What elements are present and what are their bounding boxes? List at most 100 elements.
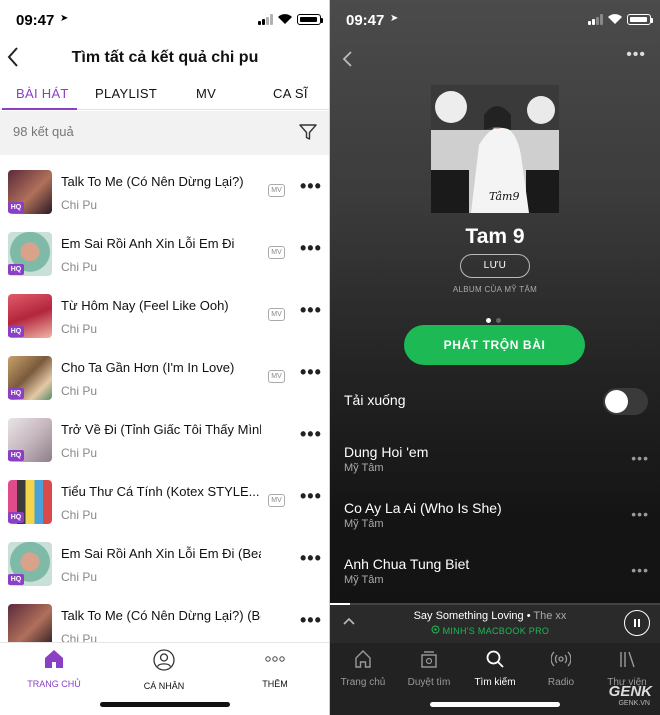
save-button[interactable]: LƯU xyxy=(460,254,530,278)
page-title: Tìm tất cả kết quả chi pu xyxy=(71,49,259,66)
song-title: Em Sai Rồi Anh Xin Lỗi Em Đi xyxy=(61,236,235,251)
track-artist: Mỹ Tâm xyxy=(344,518,384,530)
song-title: Talk To Me (Có Nên Dừng Lại?) (Beat) xyxy=(61,608,261,623)
song-title: Trở Về Đi (Tỉnh Giấc Tôi Thấy Mình Tr... xyxy=(61,422,261,437)
radio-icon xyxy=(550,651,572,667)
tab-profile[interactable]: CÁ NHÂN xyxy=(124,649,204,691)
track-artist: Mỹ Tâm xyxy=(344,574,384,586)
more-icon[interactable]: ••• xyxy=(300,610,322,631)
album-cover: Tâm9 xyxy=(431,85,559,213)
more-icon[interactable]: ••• xyxy=(300,486,322,507)
song-title: Từ Hôm Nay (Feel Like Ooh) xyxy=(61,298,229,313)
track-row[interactable]: Co Ay La Ai (Who Is She) Mỹ Tâm ••• xyxy=(344,500,649,540)
more-icon[interactable]: ••• xyxy=(300,238,322,259)
signal-icon xyxy=(588,14,605,25)
mv-badge[interactable]: MV xyxy=(268,246,285,259)
more-icon[interactable]: ••• xyxy=(631,562,649,578)
device-label[interactable]: MINH'S MACBOOK PRO xyxy=(360,625,620,636)
tab-profile-label: CÁ NHÂN xyxy=(143,681,185,691)
more-icon[interactable]: ••• xyxy=(631,506,649,522)
more-icon[interactable]: ••• xyxy=(300,300,322,321)
tab-songs[interactable]: BÀI HÁT xyxy=(16,86,69,101)
song-row[interactable]: HQ Cho Ta Gần Hơn (I'm In Love) Chi Pu M… xyxy=(0,356,330,418)
album-artist-label: ALBUM CỦA MỸ TÂM xyxy=(452,285,538,294)
location-icon: ➤ xyxy=(390,13,399,24)
tab-bar: BÀI HÁT PLAYLIST MV CA SĨ xyxy=(0,82,330,110)
download-toggle[interactable] xyxy=(603,388,648,415)
home-indicator xyxy=(430,702,560,707)
battery-icon xyxy=(627,14,653,25)
tab-artists[interactable]: CA SĨ xyxy=(273,86,308,101)
more-icon[interactable]: ••• xyxy=(631,450,649,466)
song-row[interactable]: HQ Tiểu Thư Cá Tính (Kotex STYLE... Chi … xyxy=(0,480,330,542)
track-row[interactable]: Dung Hoi 'em Mỹ Tâm ••• xyxy=(344,444,649,484)
track-row[interactable]: Anh Chua Tung Biet Mỹ Tâm ••• xyxy=(344,556,649,596)
song-title: Talk To Me (Có Nên Dừng Lại?) xyxy=(61,174,244,189)
song-artist: Chi Pu xyxy=(61,384,98,398)
tab-browse[interactable]: Duyệt tìm xyxy=(396,649,462,688)
song-artist: Chi Pu xyxy=(61,508,98,522)
battery-icon xyxy=(297,14,323,25)
tab-radio[interactable]: Radio xyxy=(528,649,594,688)
tab-home-label: Trang chủ xyxy=(340,677,386,688)
hq-badge: HQ xyxy=(8,264,24,275)
song-row[interactable]: HQ Em Sai Rồi Anh Xin Lỗi Em Đi Chi Pu M… xyxy=(0,232,330,294)
more-icon[interactable]: ••• xyxy=(300,548,322,569)
more-icon[interactable]: ••• xyxy=(300,424,322,445)
more-icon[interactable]: ••• xyxy=(300,176,322,197)
mv-badge[interactable]: MV xyxy=(268,308,285,321)
hq-badge: HQ xyxy=(8,326,24,337)
more-icon xyxy=(265,656,285,662)
header: Tìm tất cả kết quả chi pu xyxy=(0,42,330,78)
results-count: 98 kết quả xyxy=(13,124,74,139)
mv-badge[interactable]: MV xyxy=(268,494,285,507)
tab-search[interactable]: Tìm kiếm xyxy=(462,649,528,688)
song-row[interactable]: HQ Trở Về Đi (Tỉnh Giấc Tôi Thấy Mình Tr… xyxy=(0,418,330,480)
bottom-tab-bar: TRANG CHỦ CÁ NHÂN THÊM xyxy=(0,642,330,715)
tab-search-label: Tìm kiếm xyxy=(474,677,516,688)
user-icon xyxy=(153,649,175,671)
hq-badge: HQ xyxy=(8,450,24,461)
song-artist: Chi Pu xyxy=(61,322,98,336)
song-title: Cho Ta Gần Hơn (I'm In Love) xyxy=(61,360,235,375)
search-icon xyxy=(486,650,504,668)
page-dot xyxy=(486,318,491,323)
song-row[interactable]: HQ Talk To Me (Có Nên Dừng Lại?) Chi Pu … xyxy=(0,170,330,232)
tab-home-label: TRANG CHỦ xyxy=(27,679,81,689)
chevron-up-icon[interactable] xyxy=(342,613,356,629)
home-indicator xyxy=(100,702,230,707)
pause-button[interactable] xyxy=(624,610,650,636)
tab-home[interactable]: Trang chủ xyxy=(330,649,396,688)
now-playing-song: Say Something Loving xyxy=(413,610,524,622)
track-name: Co Ay La Ai (Who Is She) xyxy=(344,500,502,516)
back-button[interactable] xyxy=(342,48,354,74)
more-icon[interactable]: ••• xyxy=(300,362,322,383)
shuffle-play-button[interactable]: PHÁT TRỘN BÀI xyxy=(404,325,585,365)
filter-icon[interactable] xyxy=(298,122,318,142)
mv-badge[interactable]: MV xyxy=(268,370,285,383)
tab-mv[interactable]: MV xyxy=(196,86,216,101)
track-artist: Mỹ Tâm xyxy=(344,462,384,474)
now-playing-title: Say Something Loving • The xx xyxy=(413,610,567,622)
song-row[interactable]: HQ Từ Hôm Nay (Feel Like Ooh) Chi Pu MV … xyxy=(0,294,330,356)
status-bar: 09:47 ➤ xyxy=(0,0,330,40)
tab-more[interactable]: THÊM xyxy=(235,649,315,689)
hq-badge: HQ xyxy=(8,574,24,585)
tab-playlist[interactable]: PLAYLIST xyxy=(95,86,157,101)
genk-watermark-url: GENK.VN xyxy=(618,700,650,707)
hq-badge: HQ xyxy=(8,388,24,399)
song-artist: Chi Pu xyxy=(61,446,98,460)
wifi-icon xyxy=(608,14,622,24)
mv-badge[interactable]: MV xyxy=(268,184,285,197)
tab-home[interactable]: TRANG CHỦ xyxy=(14,649,94,689)
now-playing-bar[interactable]: Say Something Loving • The xx MINH'S MAC… xyxy=(330,605,660,643)
song-artist: Chi Pu xyxy=(61,198,98,212)
album-title: Tam 9 xyxy=(465,225,525,248)
status-bar: 09:47 ➤ xyxy=(330,0,660,40)
device-name: MINH'S MACBOOK PRO xyxy=(442,626,550,636)
zing-search-screen: 09:47 ➤ Tìm tất cả kết quả chi pu BÀI HÁ… xyxy=(0,0,330,715)
more-options-icon[interactable]: ••• xyxy=(626,46,646,64)
genk-watermark: GENK xyxy=(608,683,652,700)
signal-icon xyxy=(258,14,275,25)
song-row[interactable]: HQ Em Sai Rồi Anh Xin Lỗi Em Đi (Beat) C… xyxy=(0,542,330,604)
